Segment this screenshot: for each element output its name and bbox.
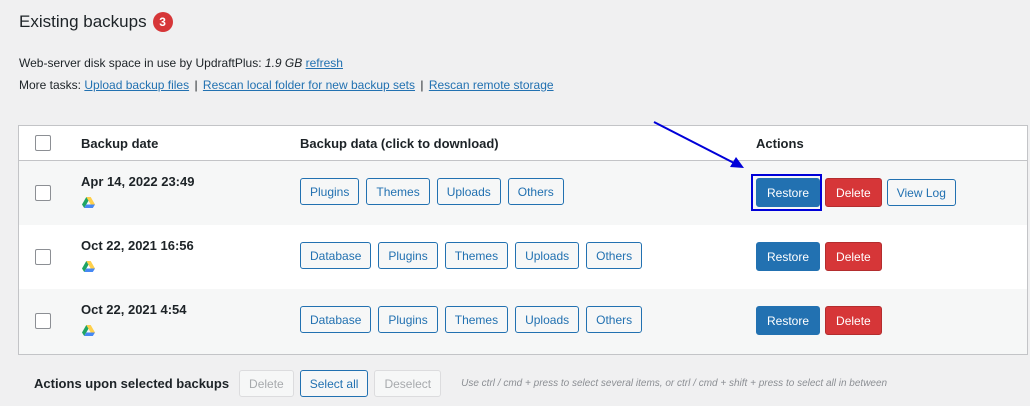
backup-date: Oct 22, 2021 4:54	[81, 302, 187, 317]
more-tasks-line: More tasks: Upload backup files | Rescan…	[19, 78, 554, 92]
selection-hint: Use ctrl / cmd + press to select several…	[461, 378, 888, 389]
backups-table: Backup date Backup data (click to downlo…	[18, 125, 1028, 355]
select-all-checkbox[interactable]	[35, 135, 51, 151]
download-others-button[interactable]: Others	[586, 306, 643, 333]
row-actions: Restore Delete	[756, 306, 882, 335]
download-uploads-button[interactable]: Uploads	[436, 178, 501, 205]
row-actions: Restore Delete	[756, 242, 882, 271]
download-uploads-button[interactable]: Uploads	[515, 306, 580, 333]
table-row: Oct 22, 2021 16:56 Database Plugins Them…	[19, 225, 1027, 289]
restore-button[interactable]: Restore	[756, 178, 821, 207]
download-plugins-button[interactable]: Plugins	[378, 242, 438, 269]
bulk-actions-bar: Actions upon selected backups Delete Sel…	[34, 370, 887, 397]
table-row: Apr 14, 2022 23:49 Plugins Themes Upload…	[19, 161, 1027, 225]
delete-button[interactable]: Delete	[825, 178, 882, 207]
restore-button[interactable]: Restore	[756, 242, 821, 271]
refresh-link[interactable]: refresh	[306, 56, 343, 70]
row-actions: Restore Delete View Log	[756, 178, 956, 207]
disk-usage-line: Web-server disk space in use by UpdraftP…	[19, 56, 343, 70]
row-checkbox[interactable]	[35, 185, 51, 201]
download-database-button[interactable]: Database	[300, 306, 372, 333]
download-others-button[interactable]: Others	[586, 242, 643, 269]
delete-button[interactable]: Delete	[825, 242, 882, 271]
disk-usage-label: Web-server disk space in use by UpdraftP…	[19, 56, 262, 70]
download-themes-button[interactable]: Themes	[444, 306, 509, 333]
row-checkbox[interactable]	[35, 313, 51, 329]
separator: |	[420, 78, 424, 92]
google-drive-icon	[82, 261, 95, 272]
column-header-backup-date: Backup date	[81, 136, 159, 151]
separator: |	[194, 78, 198, 92]
download-plugins-button[interactable]: Plugins	[300, 178, 360, 205]
google-drive-icon	[82, 197, 95, 208]
download-uploads-button[interactable]: Uploads	[515, 242, 580, 269]
row-checkbox[interactable]	[35, 249, 51, 265]
select-all-button[interactable]: Select all	[299, 370, 369, 397]
bulk-delete-button[interactable]: Delete	[239, 370, 294, 397]
download-plugins-button[interactable]: Plugins	[378, 306, 438, 333]
disk-usage-value: 1.9 GB	[264, 56, 303, 70]
delete-button[interactable]: Delete	[825, 306, 882, 335]
download-database-button[interactable]: Database	[300, 242, 372, 269]
deselect-button[interactable]: Deselect	[374, 370, 442, 397]
download-others-button[interactable]: Others	[507, 178, 564, 205]
more-tasks-label: More tasks:	[19, 78, 82, 92]
backup-date: Oct 22, 2021 16:56	[81, 238, 194, 253]
annotation-arrow-icon	[653, 121, 744, 168]
restore-button[interactable]: Restore	[756, 306, 821, 335]
backup-date: Apr 14, 2022 23:49	[81, 174, 195, 189]
backup-data-buttons: Database Plugins Themes Uploads Others	[300, 306, 643, 333]
table-header-row: Backup date Backup data (click to downlo…	[19, 126, 1027, 161]
table-row: Oct 22, 2021 4:54 Database Plugins Theme…	[19, 289, 1027, 354]
download-themes-button[interactable]: Themes	[444, 242, 509, 269]
column-header-actions: Actions	[756, 136, 804, 151]
rescan-local-folder-link[interactable]: Rescan local folder for new backup sets	[203, 78, 415, 92]
column-header-backup-data: Backup data (click to download)	[300, 136, 499, 151]
download-themes-button[interactable]: Themes	[366, 178, 430, 205]
bulk-actions-label: Actions upon selected backups	[34, 376, 230, 391]
upload-backup-files-link[interactable]: Upload backup files	[84, 78, 189, 92]
section-heading: Existing backups 3	[19, 12, 173, 32]
rescan-remote-storage-link[interactable]: Rescan remote storage	[429, 78, 554, 92]
google-drive-icon	[82, 325, 95, 336]
backup-data-buttons: Database Plugins Themes Uploads Others	[300, 242, 643, 269]
backup-data-buttons: Plugins Themes Uploads Others	[300, 178, 564, 205]
section-title: Existing backups	[19, 12, 147, 31]
view-log-button[interactable]: View Log	[886, 179, 956, 206]
backup-count-badge: 3	[152, 12, 173, 32]
